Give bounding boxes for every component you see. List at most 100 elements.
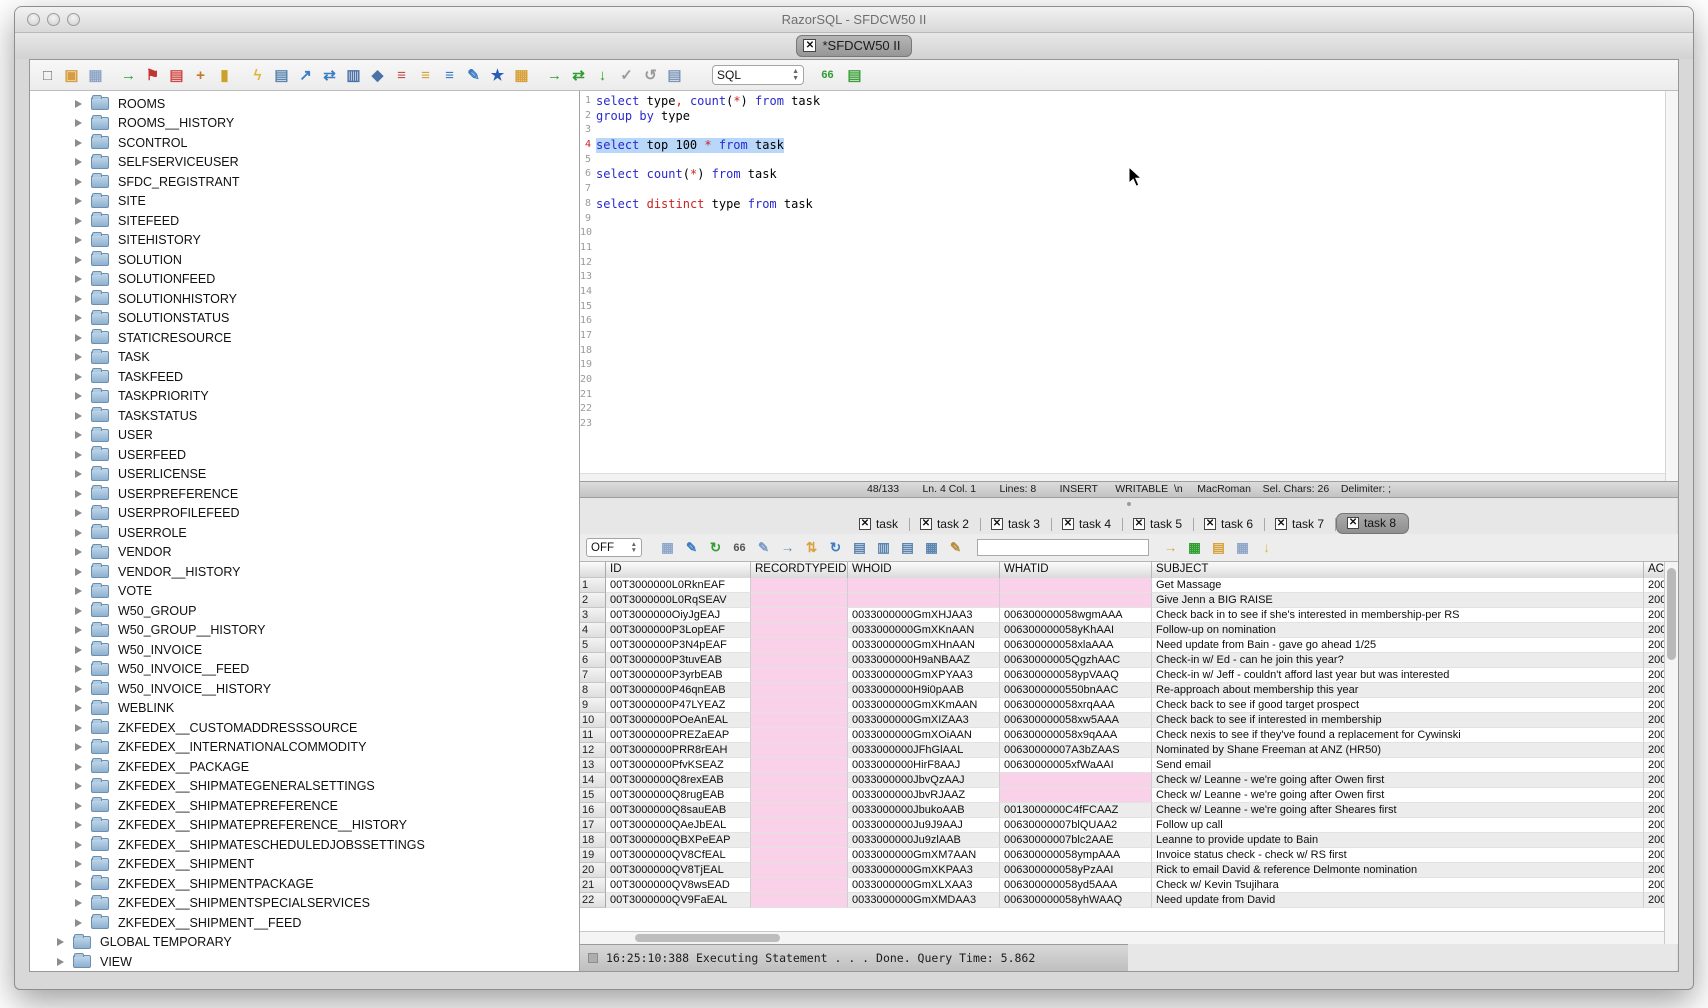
help-book-icon[interactable]: ◆ <box>368 66 387 85</box>
result-tab-task-2[interactable]: ✕task 2 <box>910 515 981 534</box>
result-tab-task-5[interactable]: ✕task 5 <box>1123 515 1194 534</box>
table-cell[interactable] <box>751 743 848 758</box>
table-cell[interactable]: 006300000058wgmAAA <box>1000 608 1152 623</box>
table-cell[interactable] <box>751 788 848 803</box>
table-cell[interactable]: Check back in to see if she's interested… <box>1152 608 1644 623</box>
row-number[interactable]: 8 <box>580 683 606 698</box>
tree-item-w50-invoice-history[interactable]: W50_INVOICE__HISTORY <box>30 679 579 699</box>
tree-item-w50-invoice-feed[interactable]: W50_INVOICE__FEED <box>30 660 579 680</box>
favorites-star-icon[interactable]: ★ <box>488 66 507 85</box>
table-cell[interactable] <box>848 593 1000 608</box>
table-cell[interactable]: 0033000000GmXKnAAN <box>848 623 1000 638</box>
tree-item-solutionstatus[interactable]: SOLUTIONSTATUS <box>30 309 579 329</box>
column-header-subject[interactable]: SUBJECT <box>1152 562 1644 578</box>
tree-item-taskpriority[interactable]: TASKPRIORITY <box>30 387 579 407</box>
disclosure-triangle-icon[interactable] <box>75 568 82 576</box>
table-cell[interactable]: 0033000000GmXLXAA3 <box>848 878 1000 893</box>
table-cell[interactable]: 00T3000000QAeJbEAL <box>606 818 751 833</box>
close-result-tab-icon[interactable]: ✕ <box>1133 518 1145 530</box>
close-result-tab-icon[interactable]: ✕ <box>859 518 871 530</box>
disclosure-triangle-icon[interactable] <box>75 412 82 420</box>
copy-cell-icon[interactable]: ✎ <box>755 539 772 556</box>
table-cell[interactable] <box>751 668 848 683</box>
table-cell[interactable]: Check back to see if good target prospec… <box>1152 698 1644 713</box>
disclosure-triangle-icon[interactable] <box>75 295 82 303</box>
table-cell[interactable]: 0033000000GmXIZAA3 <box>848 713 1000 728</box>
document-tab[interactable]: ✕ *SFDCW50 II <box>796 35 911 57</box>
table-row[interactable]: 1800T3000000QBXPeEAP0033000000Ju9zlAAB00… <box>580 833 1664 848</box>
check-syntax-icon[interactable]: ✓ <box>617 66 636 85</box>
result-tab-task-8[interactable]: ✕task 8 <box>1336 513 1409 534</box>
describe-66-icon[interactable]: 66 <box>818 66 837 85</box>
tree-item-rooms[interactable]: ROOMS <box>30 94 579 114</box>
tree-item-zkfedex-shipmatepreference-history[interactable]: ZKFEDEX__SHIPMATEPREFERENCE__HISTORY <box>30 816 579 836</box>
result-tab-task-3[interactable]: ✕task 3 <box>981 515 1052 534</box>
code-line-7[interactable]: 7 <box>580 182 1665 197</box>
table-cell[interactable]: 0033000000H9i0pAAB <box>848 683 1000 698</box>
refresh-results-icon[interactable]: ↻ <box>707 539 724 556</box>
tree-item-site[interactable]: SITE <box>30 192 579 212</box>
table-cell[interactable] <box>751 653 848 668</box>
table-cell[interactable]: 0033000000GmXHJAA3 <box>848 608 1000 623</box>
disclosure-triangle-icon[interactable] <box>75 607 82 615</box>
table-cell[interactable]: Check nexis to see if they've found a re… <box>1152 728 1644 743</box>
table-row[interactable]: 200T3000000L0RqSEAVGive Jenn a BIG RAISE… <box>580 593 1664 608</box>
code-line-23[interactable]: 23 <box>580 417 1665 432</box>
row-number[interactable]: 6 <box>580 653 606 668</box>
table-cell[interactable]: Check w/ Leanne - we're going after Owen… <box>1152 788 1644 803</box>
disclosure-triangle-icon[interactable] <box>75 685 82 693</box>
sort-updown-icon[interactable]: ⇅ <box>803 539 820 556</box>
table-cell[interactable]: 00T3000000P3tuvEAB <box>606 653 751 668</box>
table-cell[interactable]: Check back to see if interested in membe… <box>1152 713 1644 728</box>
tree-item-zkfedex-shipmentpackage[interactable]: ZKFEDEX__SHIPMENTPACKAGE <box>30 874 579 894</box>
execute-down-icon[interactable]: ↓ <box>593 66 612 85</box>
table-cell[interactable]: 006300000058yPzAAI <box>1000 863 1152 878</box>
table-cell[interactable]: Send email <box>1152 758 1644 773</box>
highlight-pen-icon[interactable]: ✎ <box>947 539 964 556</box>
tree-item-zkfedex-shipment[interactable]: ZKFEDEX__SHIPMENT <box>30 855 579 875</box>
table-cell[interactable]: 0033000000GmXKPAA3 <box>848 863 1000 878</box>
view-query-66-icon[interactable]: 66 <box>731 539 748 556</box>
table-cell[interactable]: 00T3000000OiyJgEAJ <box>606 608 751 623</box>
table-cell[interactable]: 00T3000000Q8rexEAB <box>606 773 751 788</box>
code-line-5[interactable]: 5 <box>580 153 1665 168</box>
table-cell[interactable]: 00T3000000Q8sauEAB <box>606 803 751 818</box>
column-header-whoid[interactable]: WHOID <box>848 562 1000 578</box>
sql-editor[interactable]: 1select type, count(*) from task2group b… <box>580 91 1665 481</box>
statement-type-select[interactable]: SQL ▲▼ <box>712 65 804 85</box>
table-cell[interactable]: 006300000058yKhAAI <box>1000 623 1152 638</box>
tree-item-taskfeed[interactable]: TASKFEED <box>30 367 579 387</box>
tree-item-userpreference[interactable]: USERPREFERENCE <box>30 484 579 504</box>
code-line-22[interactable]: 22 <box>580 402 1665 417</box>
tree-view-icon[interactable]: → <box>779 539 796 556</box>
row-number[interactable]: 22 <box>580 893 606 908</box>
disclosure-triangle-icon[interactable] <box>75 509 82 517</box>
download-icon[interactable]: ↓ <box>1258 539 1275 556</box>
table-cell[interactable]: 00T3000000P3N4pEAF <box>606 638 751 653</box>
table-cell[interactable]: 00T3000000P3LopEAF <box>606 623 751 638</box>
table-cell[interactable]: 0033000000GmXKmAAN <box>848 698 1000 713</box>
reload-table-icon[interactable]: ↻ <box>827 539 844 556</box>
disclosure-triangle-icon[interactable] <box>75 314 82 322</box>
disclosure-triangle-icon[interactable] <box>75 373 82 381</box>
disclosure-triangle-icon[interactable] <box>75 334 82 342</box>
disclosure-triangle-icon[interactable] <box>75 451 82 459</box>
disclosure-triangle-icon[interactable] <box>75 217 82 225</box>
horizontal-scroll-thumb[interactable] <box>635 934 780 942</box>
column-header-ac[interactable]: AC <box>1644 562 1664 578</box>
row-number[interactable]: 1 <box>580 578 606 593</box>
table-cell[interactable]: 00T3000000PRR8rEAH <box>606 743 751 758</box>
table-cell[interactable] <box>751 683 848 698</box>
close-result-tab-icon[interactable]: ✕ <box>1347 517 1359 529</box>
table-cell[interactable]: 00630000005QgzhAAC <box>1000 653 1152 668</box>
table-cell[interactable]: 200 <box>1644 773 1664 788</box>
table-cell[interactable]: Nominated by Shane Freeman at ANZ (HR50) <box>1152 743 1644 758</box>
table-cell[interactable]: 00T3000000PfvKSEAZ <box>606 758 751 773</box>
table-cell[interactable] <box>751 698 848 713</box>
table-cell[interactable]: 006300000058x9qAAA <box>1000 728 1152 743</box>
disclosure-triangle-icon[interactable] <box>75 841 82 849</box>
tree-item-w50-group[interactable]: W50_GROUP <box>30 601 579 621</box>
table-cell[interactable]: 200 <box>1644 893 1664 908</box>
row-number[interactable]: 19 <box>580 848 606 863</box>
table-row[interactable]: 1500T3000000Q8rugEAB0033000000JbvRJAAZCh… <box>580 788 1664 803</box>
